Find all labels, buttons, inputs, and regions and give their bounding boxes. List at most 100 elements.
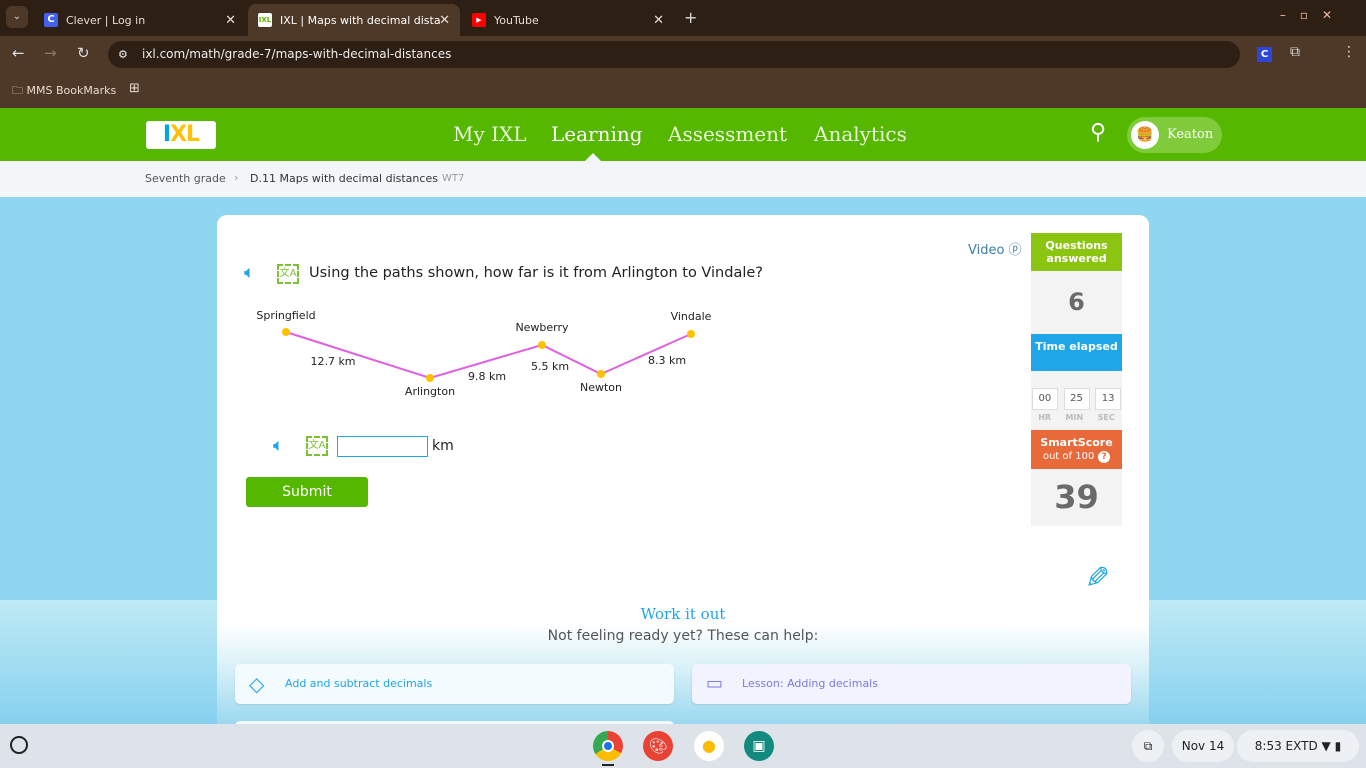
date-display[interactable]: Nov 14: [1172, 730, 1234, 762]
smartscore-value: 39: [1031, 469, 1122, 526]
questions-answered-header: Questions answered: [1031, 233, 1122, 271]
speaker-icon[interactable]: 🔈︎: [244, 262, 255, 283]
help-item-skill[interactable]: ◇ Add and subtract decimals: [235, 664, 674, 704]
tab-title: YouTube: [494, 13, 539, 27]
window-controls[interactable]: –▫✕: [1280, 8, 1346, 22]
tab-title: IXL | Maps with decimal distanc: [280, 13, 440, 27]
active-app-indicator: [602, 764, 614, 766]
question-card: Video ⓟ 🔈︎ 文A Using the paths shown, how…: [217, 215, 1149, 735]
video-label: Video: [968, 243, 1005, 258]
video-link[interactable]: Video ⓟ: [968, 239, 1022, 258]
folder-icon: 🗀: [12, 84, 23, 97]
distance-label: 5.5 km: [531, 360, 569, 373]
questions-answered-count: 6: [1031, 271, 1122, 334]
classroom-app-icon[interactable]: ▣: [744, 731, 774, 761]
close-icon[interactable]: ✕: [439, 13, 450, 28]
battery-icon: ▮: [1334, 739, 1342, 753]
keep-app-icon[interactable]: ●: [694, 731, 724, 761]
bookmarks-bar: 🗀 MMS BookMarks ⊞: [0, 72, 1366, 108]
ixl-logo[interactable]: IXL: [146, 121, 216, 149]
city-point-newton: [597, 370, 605, 378]
browser-tab-bar: ⌄ C Clever | Log in ✕ IXL IXL | Maps with d…: [0, 0, 1366, 36]
avatar: 🍔: [1131, 121, 1159, 149]
help-item-label: Lesson: Adding decimals: [742, 677, 878, 690]
answer-input[interactable]: [337, 436, 428, 457]
back-icon[interactable]: ←: [12, 44, 25, 62]
site-info-icon[interactable]: ⚙: [118, 41, 128, 68]
translate-icon[interactable]: 文A: [277, 264, 299, 284]
extensions-icon[interactable]: ⧉: [1290, 44, 1300, 60]
tab-ixl[interactable]: IXL IXL | Maps with decimal distanc ✕: [248, 4, 460, 36]
help-icon[interactable]: ?: [1098, 451, 1111, 463]
url-text: ixl.com/math/grade-7/maps-with-decimal-d…: [142, 47, 452, 61]
clock: 8:53: [1254, 739, 1282, 753]
youtube-icon: ▶: [472, 13, 486, 27]
forward-icon[interactable]: →: [44, 44, 57, 62]
ixl-icon: IXL: [258, 13, 272, 27]
user-menu[interactable]: 🍔 Keaton: [1127, 117, 1222, 153]
search-icon[interactable]: ⚲: [1090, 120, 1106, 145]
distance-label: 12.7 km: [310, 355, 355, 368]
time-elapsed: 00 25 13 HR MIN SEC: [1031, 371, 1122, 430]
city-label: Newberry: [515, 321, 569, 334]
tote-icon[interactable]: ⧉: [1132, 730, 1164, 762]
breadcrumb-grade[interactable]: Seventh grade: [145, 172, 226, 185]
tab-clever[interactable]: C Clever | Log in ✕: [34, 4, 246, 36]
menu-icon[interactable]: ⋮: [1342, 44, 1356, 60]
close-icon[interactable]: ✕: [225, 13, 236, 28]
bookmark-label: MMS BookMarks: [26, 84, 117, 97]
chrome-icon[interactable]: [593, 731, 623, 761]
clever-extension-icon[interactable]: C: [1257, 47, 1272, 62]
skill-code: WT7: [442, 173, 465, 184]
city-point-newberry: [538, 341, 546, 349]
help-item-lesson[interactable]: ▭ Lesson: Adding decimals: [692, 664, 1131, 704]
city-point-arlington: [426, 374, 434, 382]
display-mode: EXTD: [1285, 739, 1318, 753]
nav-assessment[interactable]: Assessment: [668, 122, 787, 146]
city-label: Springfield: [256, 309, 315, 322]
nav-analytics[interactable]: Analytics: [814, 122, 907, 146]
diamond-icon: ◇: [249, 672, 265, 696]
breadcrumb-skill: D.11 Maps with decimal distances: [250, 172, 438, 185]
speaker-icon[interactable]: 🔈︎: [273, 435, 284, 456]
hr-label: HR: [1038, 413, 1052, 422]
canvas-app-icon[interactable]: 🎨︎: [643, 731, 673, 761]
time-minutes: 25: [1063, 388, 1090, 410]
taskbar: 🎨︎ ● ▣ ⧉ Nov 14 8:53 EXTD ▼ ▮: [0, 724, 1366, 768]
city-point-springfield: [282, 328, 290, 336]
help-item-label: Add and subtract decimals: [285, 677, 433, 690]
distance-label: 8.3 km: [648, 354, 686, 367]
url-bar[interactable]: ⚙ ixl.com/math/grade-7/maps-with-decimal-…: [108, 41, 1240, 68]
city-label: Arlington: [405, 385, 455, 398]
smartscore-header: SmartScore out of 100 ?: [1031, 430, 1122, 469]
unit-label: km: [432, 438, 454, 454]
work-it-out-title: Work it out: [640, 605, 726, 623]
launcher-icon[interactable]: [10, 736, 28, 754]
apps-icon[interactable]: ⊞: [129, 81, 140, 96]
tab-youtube[interactable]: ▶ YouTube ✕: [462, 4, 674, 36]
tab-search-button[interactable]: ⌄: [6, 6, 28, 28]
nav-my-ixl[interactable]: My IXL: [453, 122, 527, 146]
city-point-vindale: [687, 330, 695, 338]
status-area[interactable]: 8:53 EXTD ▼ ▮: [1237, 730, 1359, 762]
translate-icon[interactable]: 文A: [306, 436, 328, 456]
distance-label: 9.8 km: [468, 370, 506, 383]
reload-icon[interactable]: ↻: [77, 44, 90, 62]
breadcrumb: Seventh grade › D.11 Maps with decimal d…: [0, 161, 1366, 197]
nav-learning[interactable]: Learning: [551, 122, 643, 146]
tab-title: Clever | Log in: [66, 13, 146, 27]
new-tab-button[interactable]: +: [684, 8, 697, 27]
user-name: Keaton: [1167, 127, 1214, 142]
time-elapsed-header: Time elapsed: [1031, 334, 1122, 371]
pencil-icon[interactable]: ✎: [1085, 561, 1110, 596]
time-hours: 00: [1031, 388, 1058, 410]
time-seconds: 13: [1095, 388, 1122, 410]
close-icon[interactable]: ✕: [653, 13, 664, 28]
address-toolbar: ← → ↻ ⚙ ixl.com/math/grade-7/maps-with-de…: [0, 36, 1366, 72]
play-icon: ⓟ: [1008, 243, 1022, 258]
nav-selected-indicator: [585, 153, 601, 161]
bookmark-folder[interactable]: 🗀 MMS BookMarks: [12, 82, 116, 101]
wifi-icon: ▼: [1321, 739, 1331, 753]
submit-button[interactable]: Submit: [246, 477, 368, 507]
lesson-icon: ▭: [706, 673, 724, 694]
